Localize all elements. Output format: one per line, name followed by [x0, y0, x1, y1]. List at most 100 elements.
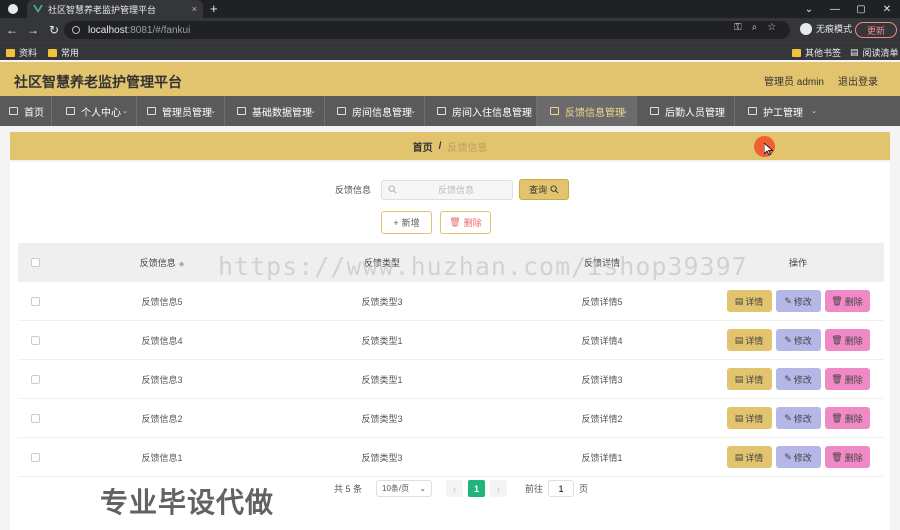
bookmark-star-icon[interactable]: ☆: [767, 22, 776, 33]
update-button[interactable]: 更新: [855, 22, 897, 38]
chevron-down-icon: ⌄: [210, 108, 216, 115]
back-icon[interactable]: ←: [3, 23, 21, 37]
home-icon: [9, 107, 18, 115]
row-checkbox[interactable]: [30, 335, 40, 345]
reading-list[interactable]: ▤ 阅读清单: [850, 46, 899, 59]
nav-item-nurse[interactable]: 护工管理 ⌄: [735, 96, 825, 126]
browser-tab[interactable]: 社区智慧养老监护管理平台 ×: [27, 0, 203, 18]
tab-title: 社区智慧养老监护管理平台: [48, 4, 157, 15]
mouse-cursor-icon: [764, 143, 773, 156]
reload-icon[interactable]: ↻: [45, 23, 63, 37]
grid-icon: [337, 107, 346, 115]
key-icon[interactable]: ⚿: [734, 22, 742, 33]
table-row: 反馈信息3 反馈类型1 反馈详情3 ▤ 详情 ✎ 修改 🗑︎ 删除: [18, 360, 884, 399]
edit-button[interactable]: ✎ 修改: [775, 446, 821, 468]
query-button[interactable]: 查询: [519, 179, 570, 200]
search-icon: [550, 185, 559, 194]
promo-text: 专业毕设代做: [100, 487, 275, 518]
delete-button[interactable]: 🗑︎ 删除: [824, 329, 870, 351]
row-checkbox[interactable]: [30, 452, 40, 462]
other-bookmarks[interactable]: 其他书签: [792, 46, 841, 59]
delete-button[interactable]: 🗑︎ 删除: [824, 290, 870, 312]
next-page-button[interactable]: ›: [490, 480, 508, 497]
table-row: 反馈信息5 反馈类型3 反馈详情5 ▤ 详情 ✎ 修改 🗑︎ 删除: [18, 282, 884, 321]
row-checkbox[interactable]: [30, 296, 40, 306]
nav-item-room-checkin[interactable]: 房间入住信息管理 ⌄: [425, 96, 537, 126]
bookmark-folder-ziliao[interactable]: 资料: [6, 46, 37, 59]
detail-button[interactable]: ▤ 详情: [726, 329, 772, 351]
goto-page-input[interactable]: [548, 480, 575, 497]
chevron-down-icon: ⌄: [811, 108, 817, 115]
tab-close-icon[interactable]: ×: [192, 4, 197, 14]
row-checkbox[interactable]: [30, 413, 40, 423]
minimize-button[interactable]: —: [822, 0, 848, 18]
edit-button[interactable]: ✎ 修改: [775, 329, 821, 351]
close-window-button[interactable]: ✕: [874, 0, 900, 18]
edit-button[interactable]: ✎ 修改: [775, 290, 821, 312]
chevron-down-icon: ⌄: [622, 108, 628, 115]
breadcrumb-current: 反馈信息: [447, 142, 488, 154]
cell-feedback-info: 反馈信息1: [141, 452, 183, 463]
watermark-text: https://www.huzhan.com/ishop39397: [218, 252, 748, 281]
cell-feedback-type: 反馈类型3: [361, 413, 403, 424]
address-bar[interactable]: localhost:8081/#/fankui: [64, 21, 790, 39]
logout-link[interactable]: 退出登录: [838, 73, 878, 88]
edit-icon: ✎: [784, 373, 792, 384]
nav-item-logistics[interactable]: 后勤人员管理 ⌄: [637, 96, 735, 126]
nav-item-admin[interactable]: 管理员管理 ⌄: [137, 96, 225, 126]
chevron-down-icon: ⌄: [720, 108, 726, 115]
trash-icon: 🗑︎: [831, 451, 843, 462]
breadcrumb-separator: /: [438, 140, 442, 152]
prev-page-button[interactable]: ‹: [446, 480, 464, 497]
document-icon: ▤: [734, 373, 744, 384]
chevron-down-icon: ⌄: [410, 108, 416, 115]
nav-item-feedback[interactable]: 反馈信息管理 ⌄: [537, 96, 637, 126]
current-user: 管理员 admin: [763, 77, 824, 88]
batch-delete-button[interactable]: 🗑︎ 删除: [440, 211, 491, 234]
detail-button[interactable]: ▤ 详情: [726, 407, 772, 429]
search-field[interactable]: [381, 179, 514, 200]
site-info-icon[interactable]: [72, 26, 80, 34]
incognito-avatar-icon: [800, 22, 812, 35]
new-tab-button[interactable]: +: [210, 1, 218, 17]
forward-icon[interactable]: →: [24, 23, 42, 37]
folder-icon: [6, 48, 15, 57]
detail-button[interactable]: ▤ 详情: [726, 290, 772, 312]
maximize-button[interactable]: ▢: [848, 0, 874, 18]
detail-button[interactable]: ▤ 详情: [726, 446, 772, 468]
cell-feedback-info: 反馈信息3: [141, 374, 183, 385]
delete-button[interactable]: 🗑︎ 删除: [824, 446, 870, 468]
nav-item-basic-data[interactable]: 基础数据管理 ⌄: [225, 96, 325, 126]
row-checkbox[interactable]: [30, 374, 40, 384]
document-icon: ▤: [734, 412, 744, 423]
delete-button[interactable]: 🗑︎ 删除: [824, 407, 870, 429]
select-all-checkbox[interactable]: [30, 258, 40, 267]
search-icon: [388, 184, 397, 193]
staff-icon: [650, 107, 659, 115]
edit-icon: ✎: [784, 295, 792, 306]
edit-button[interactable]: ✎ 修改: [775, 407, 821, 429]
zoom-icon[interactable]: ⌕: [752, 22, 758, 33]
page-number-current[interactable]: 1: [468, 480, 486, 497]
chevron-down-icon: ⌄: [310, 108, 316, 115]
incognito-indicator[interactable]: 无痕模式: [800, 22, 852, 35]
search-input[interactable]: [402, 181, 511, 198]
sort-icon[interactable]: ◆: [179, 261, 184, 268]
cell-feedback-detail: 反馈详情5: [581, 296, 623, 307]
data-icon: [237, 107, 246, 115]
edit-button[interactable]: ✎ 修改: [775, 368, 821, 390]
nav-item-room-info[interactable]: 房间信息管理 ⌄: [325, 96, 425, 126]
tab-search-icon[interactable]: ⌄: [796, 0, 822, 18]
nav-item-profile[interactable]: 个人中心 ⌄: [52, 96, 137, 126]
app-title: 社区智慧养老监护管理平台: [14, 74, 182, 90]
trash-icon: 🗑︎: [449, 217, 461, 227]
detail-button[interactable]: ▤ 详情: [726, 368, 772, 390]
table-row: 反馈信息2 反馈类型3 反馈详情2 ▤ 详情 ✎ 修改 🗑︎ 删除: [18, 399, 884, 438]
bookmark-folder-changyong[interactable]: 常用: [48, 46, 79, 59]
page-size-select[interactable]: 10条/页 ⌄: [376, 480, 433, 497]
breadcrumb-home[interactable]: 首页: [413, 139, 433, 154]
delete-button[interactable]: 🗑︎ 删除: [824, 368, 870, 390]
chrome-menu-icon[interactable]: [8, 4, 18, 14]
nav-item-home[interactable]: 首页: [0, 96, 52, 126]
add-button[interactable]: + 新增: [381, 211, 432, 234]
